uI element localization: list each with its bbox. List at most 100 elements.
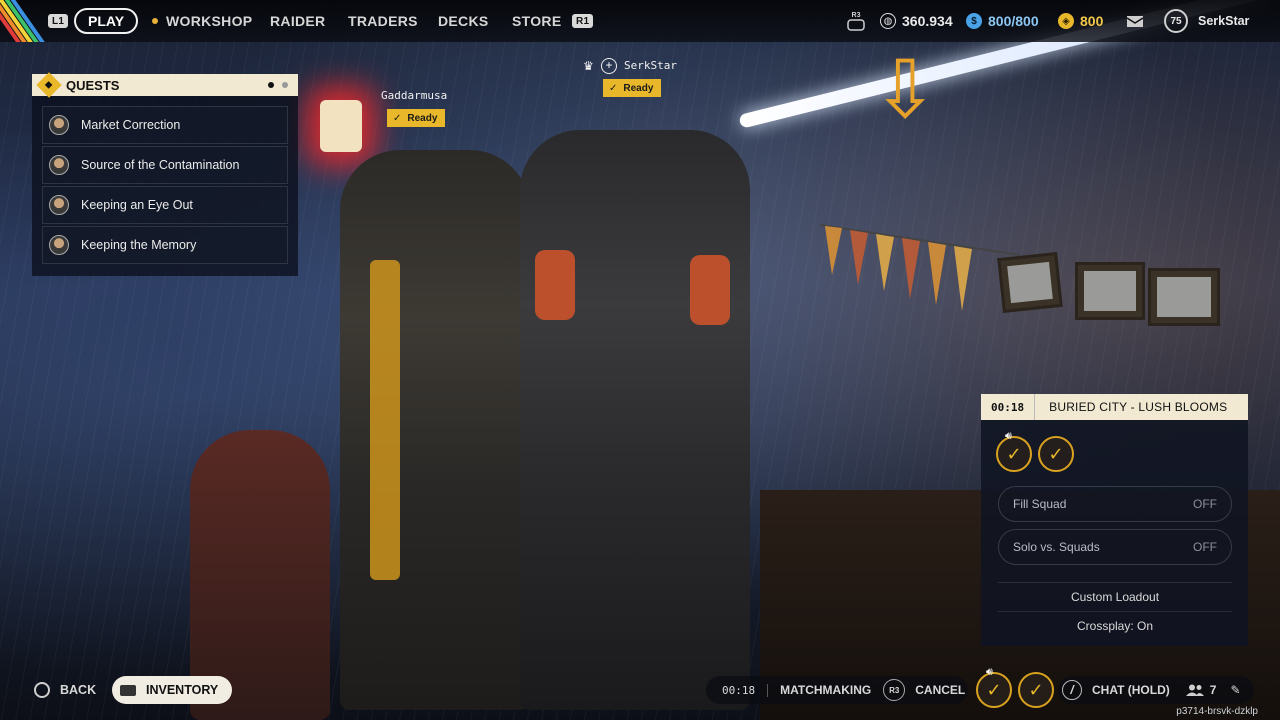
ready-label: Ready: [623, 82, 654, 94]
tab-traders-label: TRADERS: [348, 13, 418, 29]
tab-decks-label: DECKS: [438, 13, 489, 29]
player-name-tag: SerkStar: [624, 59, 677, 72]
back-label: BACK: [60, 683, 97, 697]
controller-r3-icon: R3: [847, 12, 865, 31]
matchmaking-status: MATCHMAKING: [780, 683, 872, 697]
back-button[interactable]: BACK: [34, 682, 96, 698]
squad-member-ready-icon: ✓: [996, 436, 1032, 472]
tab-store-label: STORE: [512, 13, 562, 29]
tab-workshop-label: WORKSHOP: [166, 13, 253, 29]
tv-monitor: [1075, 262, 1145, 320]
fill-squad-toggle[interactable]: Fill Squad OFF: [998, 486, 1232, 522]
fill-squad-label: Fill Squad: [1013, 497, 1067, 511]
r1-bumper[interactable]: R1: [572, 0, 594, 42]
session-id: p3714-brsvk-dzklp: [1176, 706, 1258, 717]
add-friend-icon[interactable]: +: [601, 58, 617, 74]
inventory-button[interactable]: INVENTORY: [112, 676, 233, 704]
quest-item[interactable]: Keeping an Eye Out: [42, 186, 288, 224]
squad-member-ready-icon: ✓: [1018, 672, 1054, 708]
top-navigation-bar: L1 PLAY WORKSHOP RAIDER TRADERS DECKS ST…: [0, 0, 1280, 42]
mail-icon: [1126, 16, 1144, 27]
tab-workshop[interactable]: WORKSHOP: [152, 0, 252, 42]
matchmaking-timer: 00:18: [981, 394, 1036, 420]
matchmaking-timer: 00:18: [706, 683, 769, 697]
tab-decks[interactable]: DECKS: [438, 0, 489, 42]
tab-play[interactable]: PLAY: [74, 8, 139, 34]
character-stripe: [370, 260, 400, 580]
raider-tokens-currency: ◈ 800: [1058, 0, 1103, 42]
crossplay-label: Crossplay: On: [1076, 618, 1154, 633]
player-character-gaddarmusa: [340, 150, 530, 710]
map-name: BURIED CITY - LUSH BLOOMS: [1049, 400, 1228, 414]
solo-vs-squads-label: Solo vs. Squads: [1013, 540, 1100, 554]
tab-raider[interactable]: RAIDER: [270, 0, 325, 42]
raider-tokens-value: 800: [1080, 13, 1104, 29]
svg-text:R3: R3: [852, 12, 861, 19]
character-pauldron: [535, 250, 575, 320]
tab-play-label: PLAY: [88, 13, 125, 29]
profile-button[interactable]: 75 SerkStar: [1164, 0, 1249, 42]
quest-label: Market Correction: [81, 118, 181, 132]
squad-member-ready-icon: ✓: [976, 672, 1012, 708]
speaker-icon: 🔊︎: [1005, 430, 1012, 442]
ready-label: Ready: [407, 112, 438, 124]
coins-currency: ◍ 360.934: [880, 0, 953, 42]
player-name-tag: Gaddarmusa: [381, 89, 448, 102]
coin-icon: ◍: [880, 13, 896, 29]
character-pauldron: [690, 255, 730, 325]
chat-label: CHAT (HOLD): [1092, 683, 1170, 697]
squad-member-ready-icon: ✓: [1038, 436, 1074, 472]
quest-diamond-icon: ◆: [36, 72, 62, 98]
mail-button[interactable]: [1126, 0, 1144, 42]
ready-badge: ✓ Ready: [603, 79, 662, 97]
speaker-icon: 🔊︎: [986, 666, 993, 678]
quest-item[interactable]: Keeping the Memory: [42, 226, 288, 264]
raider-token-icon: ◈: [1058, 13, 1074, 29]
matchmaking-panel: 00:18 BURIED CITY - LUSH BLOOMS ✓ 🔊︎ ✓ F…: [981, 394, 1248, 646]
page-dot-active: [268, 82, 274, 88]
profile-username: SerkStar: [1198, 14, 1250, 28]
custom-loadout-button[interactable]: Custom Loadout: [998, 582, 1232, 610]
friends-count: 7: [1209, 683, 1217, 697]
quest-label: Keeping an Eye Out: [81, 198, 193, 212]
solo-vs-squads-toggle[interactable]: Solo vs. Squads OFF: [998, 529, 1232, 565]
cred-value: 800/800: [988, 13, 1039, 29]
crown-icon: ♛: [583, 59, 594, 73]
quest-giver-avatar: [49, 115, 69, 135]
crossplay-toggle[interactable]: Crossplay: On: [998, 611, 1232, 639]
r3-button-icon[interactable]: R3: [846, 0, 866, 42]
solo-vs-squads-value: OFF: [1193, 540, 1217, 554]
friends-icon: [1185, 684, 1204, 696]
notification-dot-icon: [152, 18, 158, 24]
edit-icon[interactable]: ✎: [1230, 683, 1240, 697]
circle-button-icon: [34, 682, 50, 698]
cancel-button[interactable]: CANCEL: [915, 683, 965, 697]
quest-label: Source of the Contamination: [81, 158, 240, 172]
cred-currency: $ 800/800: [966, 0, 1039, 42]
ready-badge: ✓ Ready: [387, 109, 446, 127]
matchmaking-status-bar: 00:18 MATCHMAKING R3 CANCEL: [706, 676, 968, 704]
inventory-label: INVENTORY: [146, 683, 219, 697]
tab-traders[interactable]: TRADERS: [348, 0, 418, 42]
tv-monitor: [997, 252, 1063, 313]
custom-loadout-label: Custom Loadout: [1070, 589, 1160, 604]
cred-icon: $: [966, 13, 982, 29]
player-character-serkstar: [520, 130, 750, 710]
quests-page-dots[interactable]: [268, 82, 288, 88]
fill-squad-value: OFF: [1193, 497, 1217, 511]
coins-value: 360.934: [902, 13, 953, 29]
friends-button[interactable]: 7: [1185, 683, 1217, 697]
quest-item[interactable]: Source of the Contamination: [42, 146, 288, 184]
r3-button-icon: R3: [883, 679, 906, 701]
chat-button[interactable]: / CHAT (HOLD) 7 ✎: [1058, 676, 1254, 704]
quest-giver-avatar: [49, 155, 69, 175]
bottom-bar: BACK INVENTORY 00:18 MATCHMAKING R3 CANC…: [0, 666, 1280, 708]
l1-bumper[interactable]: L1: [48, 0, 69, 42]
tab-store[interactable]: STORE: [512, 0, 561, 42]
tv-monitor: [1148, 268, 1220, 326]
quest-item[interactable]: Market Correction: [42, 106, 288, 144]
rainbow-logo: [0, 0, 46, 42]
quests-header: ◆ QUESTS: [32, 72, 298, 98]
chat-icon: /: [1062, 680, 1082, 700]
tab-raider-label: RAIDER: [270, 13, 326, 29]
